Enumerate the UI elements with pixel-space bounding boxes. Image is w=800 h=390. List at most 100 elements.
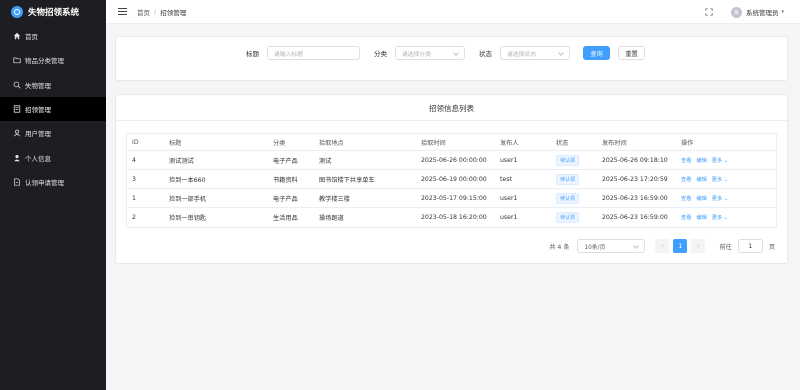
more-label: 更多 bbox=[711, 157, 723, 164]
status-label: 状态 bbox=[479, 50, 492, 58]
edit-link[interactable]: 编辑 bbox=[696, 215, 706, 221]
breadcrumb-separator: / bbox=[154, 7, 157, 16]
table-row: 1 捡到一部手机 电子产品 教学楼三楼 2023-05-17 09:15:00 … bbox=[127, 189, 776, 208]
cell-title: 测试测试 bbox=[169, 157, 194, 165]
status-badge: 待认领 bbox=[556, 173, 580, 185]
user-icon bbox=[12, 153, 21, 162]
column-header: 标题 bbox=[169, 139, 182, 147]
breadcrumb-current: 招领管理 bbox=[160, 8, 187, 17]
app-logo: 失物招领系统 bbox=[0, 0, 106, 24]
column-header: 发布人 bbox=[500, 139, 519, 147]
sidebar-item-label: 个人信息 bbox=[25, 154, 51, 163]
column-header: 发布时间 bbox=[602, 139, 627, 147]
cell-status: 待认领 bbox=[551, 212, 597, 223]
sidebar-item-categories[interactable]: 物品分类管理 bbox=[0, 48, 106, 72]
sidebar-item-label: 首页 bbox=[25, 33, 38, 42]
cell-category: 书籍资料 bbox=[273, 176, 298, 184]
cell-id: 3 bbox=[132, 175, 136, 183]
sidebar-item-profile[interactable]: 个人信息 bbox=[0, 145, 106, 169]
page-number[interactable]: 1 bbox=[673, 239, 688, 253]
title-filter: 标题 请输入标题 bbox=[246, 46, 360, 60]
logo-icon bbox=[11, 6, 23, 18]
sidebar-item-found[interactable]: 招领管理 bbox=[0, 96, 106, 122]
cell-publish-time: 2025-06-23 16:59:00 bbox=[602, 194, 668, 202]
document-icon bbox=[12, 105, 21, 114]
breadcrumb-home[interactable]: 首页 bbox=[137, 7, 150, 17]
sidebar-item-users[interactable]: 用户管理 bbox=[0, 121, 106, 145]
edit-link[interactable]: 编辑 bbox=[696, 177, 706, 183]
cell-location: 图书馆楼下共享单车 bbox=[319, 176, 375, 184]
next-page-button[interactable]: › bbox=[691, 239, 706, 253]
view-link[interactable]: 查看 bbox=[681, 158, 691, 164]
view-link[interactable]: 查看 bbox=[681, 196, 691, 202]
app-title: 失物招领系统 bbox=[28, 8, 80, 18]
reset-button[interactable]: 重置 bbox=[618, 46, 645, 60]
found-items-table: ID 标题 分类 拾取地点 拾取时间 发布人 状态 发布时间 操作 4 测试测试… bbox=[126, 133, 777, 228]
more-dropdown[interactable]: 更多 ⌄ bbox=[712, 158, 728, 164]
cell-status: 待认领 bbox=[551, 192, 597, 204]
more-dropdown[interactable]: 更多 ⌄ bbox=[712, 215, 728, 221]
page-size-select[interactable]: 10条/页 bbox=[577, 239, 646, 253]
cell-pickup-time: 2023-05-18 16:20:00 bbox=[421, 214, 487, 221]
sidebar-item-lost[interactable]: 失物管理 bbox=[0, 73, 106, 97]
cell-category: 生活用品 bbox=[273, 215, 298, 222]
column-header: 分类 bbox=[273, 139, 286, 147]
folder-icon bbox=[12, 56, 21, 65]
divider bbox=[116, 120, 787, 121]
chevron-down-icon: ⌄ bbox=[723, 176, 729, 183]
status-badge: 待认领 bbox=[556, 154, 580, 166]
menu-toggle-icon[interactable] bbox=[118, 8, 127, 15]
search-actions: 查询 重置 bbox=[583, 46, 645, 60]
sidebar-item-label: 物品分类管理 bbox=[25, 57, 64, 66]
cell-title: 捡到一本660 bbox=[169, 176, 206, 184]
search-button[interactable]: 查询 bbox=[583, 46, 610, 60]
status-select[interactable]: 请选择状态 bbox=[500, 46, 570, 60]
more-dropdown[interactable]: 更多 ⌄ bbox=[712, 177, 728, 183]
avatar[interactable]: 系 bbox=[730, 6, 742, 18]
cell-location: 测试 bbox=[319, 157, 332, 165]
cell-pickup-time: 2025-06-26 00:00:00 bbox=[421, 156, 487, 164]
username[interactable]: 系统管理员 bbox=[746, 7, 779, 17]
prev-page-button[interactable]: ‹ bbox=[655, 239, 670, 253]
pagination: 共 4 条 10条/页 ‹ 1 › 前往 1 页 bbox=[549, 239, 775, 253]
status-badge: 待认领 bbox=[556, 212, 580, 223]
cell-id: 2 bbox=[132, 214, 136, 221]
table-title: 招领信息列表 bbox=[429, 104, 474, 113]
more-label: 更多 bbox=[711, 215, 723, 221]
fullscreen-icon[interactable] bbox=[705, 8, 713, 16]
file-icon bbox=[12, 177, 21, 186]
found-items-panel: 招领信息列表 ID 标题 分类 拾取地点 拾取时间 发布人 状态 发布时间 操作… bbox=[115, 94, 788, 264]
sidebar-item-claims[interactable]: 认领申请管理 bbox=[0, 170, 106, 194]
table-row: 2 捡到一串钥匙 生活用品 操场跑道 2023-05-18 16:20:00 u… bbox=[127, 208, 776, 227]
chevron-down-icon[interactable]: ▾ bbox=[781, 9, 784, 15]
edit-link[interactable]: 编辑 bbox=[696, 158, 706, 164]
cell-pickup-time: 2023-05-17 09:15:00 bbox=[421, 194, 487, 202]
home-icon bbox=[12, 32, 21, 41]
cell-status: 待认领 bbox=[551, 173, 597, 185]
category-select[interactable]: 请选择分类 bbox=[395, 46, 465, 60]
edit-link[interactable]: 编辑 bbox=[696, 196, 706, 202]
view-link[interactable]: 查看 bbox=[681, 215, 691, 221]
cell-actions: 查看 编辑 更多 ⌄ bbox=[676, 214, 776, 221]
goto-page-input[interactable]: 1 bbox=[737, 239, 763, 253]
status-filter: 状态 请选择状态 bbox=[479, 46, 570, 60]
status-badge: 待认领 bbox=[556, 192, 580, 204]
column-header: 状态 bbox=[556, 139, 569, 147]
view-link[interactable]: 查看 bbox=[681, 177, 691, 183]
user-area: 系 系统管理员 ▾ bbox=[705, 0, 784, 24]
cell-location: 操场跑道 bbox=[319, 215, 344, 222]
title-input[interactable]: 请输入标题 bbox=[267, 46, 360, 60]
title-label: 标题 bbox=[246, 50, 259, 58]
column-header: 操作 bbox=[681, 139, 694, 147]
sidebar-item-home[interactable]: 首页 bbox=[0, 24, 106, 48]
more-dropdown[interactable]: 更多 ⌄ bbox=[712, 196, 728, 202]
cell-publisher: user1 bbox=[500, 214, 518, 221]
breadcrumb: 首页 / 招领管理 bbox=[137, 7, 186, 17]
cell-location: 教学楼三楼 bbox=[319, 195, 350, 203]
cell-actions: 查看 编辑 更多 ⌄ bbox=[676, 157, 776, 164]
column-header: 拾取地点 bbox=[319, 139, 344, 147]
cell-id: 1 bbox=[132, 194, 136, 202]
table-row: 3 捡到一本660 书籍资料 图书馆楼下共享单车 2025-06-19 00:0… bbox=[127, 170, 776, 189]
sidebar-item-label: 用户管理 bbox=[25, 130, 51, 139]
chevron-down-icon: ⌄ bbox=[723, 157, 729, 164]
